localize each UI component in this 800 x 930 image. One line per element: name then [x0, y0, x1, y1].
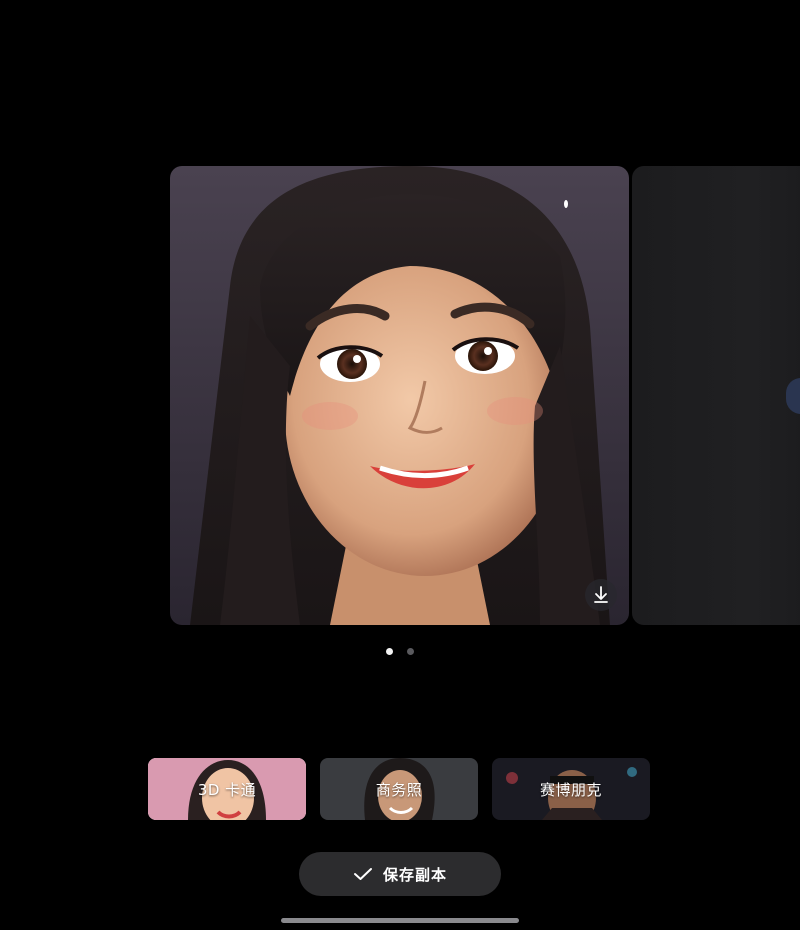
save-copy-button[interactable]: 保存副本 — [299, 852, 501, 896]
save-copy-label: 保存副本 — [382, 865, 447, 884]
style-option-3d-cartoon[interactable]: 3D 卡通 — [148, 758, 306, 820]
style-option-cyberpunk[interactable]: 赛博朋克 — [492, 758, 650, 820]
download-button[interactable] — [585, 579, 617, 611]
carousel-pager — [0, 648, 800, 656]
next-image-card[interactable] — [632, 166, 800, 625]
pager-dot-2[interactable] — [407, 648, 414, 655]
image-carousel[interactable] — [0, 166, 800, 626]
pager-dot-1[interactable] — [386, 648, 393, 655]
home-indicator[interactable] — [281, 918, 519, 923]
style-selector: 3D 卡通 商务照 赛博朋克 — [148, 758, 658, 822]
app-screen: 3D 卡通 商务照 赛博朋克 保存副本 — [0, 0, 800, 930]
style-option-business[interactable]: 商务照 — [320, 758, 478, 820]
generated-portrait-card[interactable] — [170, 166, 629, 625]
style-label: 商务照 — [375, 781, 423, 799]
portrait-image — [170, 166, 629, 625]
style-label: 3D 卡通 — [197, 781, 257, 799]
download-icon — [594, 586, 608, 603]
check-icon — [353, 868, 372, 880]
style-label: 赛博朋克 — [539, 781, 602, 799]
